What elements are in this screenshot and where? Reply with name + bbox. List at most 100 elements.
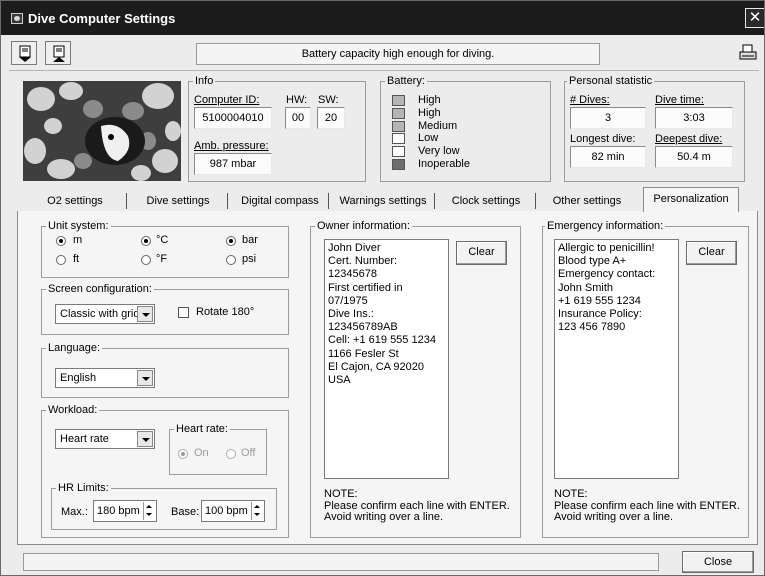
owner-info-line: 1166 Fesler St <box>328 347 399 360</box>
unit-celsius-label: °C <box>156 234 169 246</box>
upload-to-computer-button[interactable] <box>45 41 71 65</box>
unit-system-legend: Unit system: <box>46 220 111 232</box>
app-icon <box>11 13 23 24</box>
printer-icon <box>739 44 757 60</box>
unit-psi-radio[interactable] <box>226 255 236 265</box>
tab-other-settings[interactable]: Other settings <box>545 190 629 212</box>
hr-limits-legend: HR Limits: <box>56 482 111 494</box>
owner-info-line: Cell: +1 619 555 1234 <box>328 334 436 347</box>
emergency-info-line: Emergency contact: <box>558 268 656 281</box>
owner-clear-button[interactable]: Clear <box>456 241 507 265</box>
emergency-information-legend: Emergency information: <box>545 220 666 232</box>
screen-configuration-select[interactable]: Classic with grid <box>55 304 155 324</box>
tab-dive-settings[interactable]: Dive settings <box>133 190 223 212</box>
screen-configuration-value: Classic with grid <box>60 308 140 320</box>
owner-info-line: John Diver <box>328 242 381 254</box>
tab-divider <box>434 193 435 209</box>
chevron-down-icon[interactable] <box>137 431 153 447</box>
device-upload-icon <box>53 45 65 62</box>
screen-configuration-legend: Screen configuration: <box>46 283 154 295</box>
owner-information-textarea[interactable]: John Diver Cert. Number: 12345678 First ce… <box>324 239 449 479</box>
sw-label: SW: <box>318 94 339 106</box>
battery-level-swatch <box>392 133 405 145</box>
spinner-arrows-icon[interactable] <box>251 502 263 520</box>
dive-photo <box>23 81 181 181</box>
language-select[interactable]: English <box>55 368 155 388</box>
emergency-note: NOTE: Please confirm each line with ENTE… <box>554 488 740 524</box>
emergency-info-line: Blood type A+ <box>558 255 627 268</box>
owner-note-title: NOTE: <box>324 488 358 500</box>
heart-rate-off-label: Off <box>241 447 256 459</box>
battery-legend: Battery: <box>385 75 427 87</box>
owner-info-line: USA <box>328 374 351 387</box>
heart-rate-on-label: On <box>194 447 209 459</box>
battery-level-label: Very low <box>418 145 460 158</box>
emergency-information-textarea[interactable]: Allergic to penicillin! Blood type A+ Emer… <box>554 239 679 479</box>
tab-divider <box>126 193 127 209</box>
download-from-computer-button[interactable] <box>11 41 37 65</box>
hw-value: 00 <box>285 107 311 129</box>
battery-level-label: High <box>418 106 441 119</box>
unit-m-radio[interactable] <box>56 236 66 246</box>
dives-value: 3 <box>570 107 646 129</box>
emergency-info-line: John Smith <box>558 281 614 294</box>
workload-legend: Workload: <box>46 404 100 416</box>
computer-id-value: 5100004010 <box>194 107 272 129</box>
hr-base-value: 100 bpm <box>205 505 248 517</box>
dive-computer-settings-window: Dive Computer Settings ✕ Battery capacit… <box>0 0 765 576</box>
battery-level-label: Low <box>418 132 439 145</box>
owner-note-line2: Avoid writing over a line. <box>324 511 444 523</box>
emergency-note-line2: Avoid writing over a line. <box>554 511 674 523</box>
owner-note: NOTE: Please confirm each line with ENTE… <box>324 488 510 524</box>
battery-level-label: Medium <box>418 119 458 132</box>
print-button[interactable] <box>738 43 758 63</box>
battery-level-swatch <box>392 95 405 106</box>
heart-rate-off-radio[interactable] <box>226 449 236 459</box>
hr-base-spinner[interactable]: 100 bpm <box>201 500 265 522</box>
heart-rate-on-radio[interactable] <box>178 449 188 459</box>
hw-label: HW: <box>286 94 308 106</box>
window-title: Dive Computer Settings <box>28 11 176 26</box>
status-message: Battery capacity high enough for diving. <box>196 43 600 65</box>
tab-digital-compass[interactable]: Digital compass <box>234 190 326 212</box>
chevron-down-icon[interactable] <box>137 370 153 386</box>
rotate-180-checkbox[interactable] <box>178 307 189 318</box>
dive-time-label: Dive time: <box>655 94 704 106</box>
unit-celsius-radio[interactable] <box>141 236 151 246</box>
battery-level-swatch <box>392 159 405 170</box>
workload-value: Heart rate <box>60 433 109 445</box>
unit-fahrenheit-label: °F <box>156 253 168 265</box>
workload-select[interactable]: Heart rate <box>55 429 155 449</box>
chevron-down-icon[interactable] <box>137 306 153 322</box>
tab-o2-settings[interactable]: O2 settings <box>27 190 123 212</box>
tab-divider <box>227 193 228 209</box>
info-legend: Info <box>193 75 216 87</box>
emergency-clear-button[interactable]: Clear <box>686 241 737 265</box>
dives-label: # Dives: <box>570 94 610 106</box>
unit-m-label: m <box>73 234 83 246</box>
tab-personalization[interactable]: Personalization <box>643 187 739 212</box>
amb-pressure-value: 987 mbar <box>194 153 272 175</box>
heart-rate-legend: Heart rate: <box>174 423 230 435</box>
longest-dive-value: 82 min <box>570 146 646 168</box>
emergency-info-line: 123 456 7890 <box>558 321 626 334</box>
unit-bar-radio[interactable] <box>226 236 236 246</box>
hr-max-value: 180 bpm <box>97 505 140 517</box>
hr-max-spinner[interactable]: 180 bpm <box>93 500 157 522</box>
close-window-icon[interactable]: ✕ <box>745 8 764 28</box>
personal-statistic-legend: Personal statistic <box>567 75 655 87</box>
title-bar[interactable]: Dive Computer Settings ✕ <box>1 1 764 35</box>
device-download-icon <box>19 45 31 62</box>
tab-clock-settings[interactable]: Clock settings <box>441 190 531 212</box>
spinner-arrows-icon[interactable] <box>143 502 155 520</box>
bottom-status-bar <box>23 553 659 571</box>
close-button[interactable]: Close <box>682 551 754 573</box>
unit-ft-radio[interactable] <box>56 255 66 265</box>
tab-warnings-settings[interactable]: Warnings settings <box>335 190 431 212</box>
battery-level-swatch <box>392 120 405 132</box>
emergency-info-line: Allergic to penicillin! <box>558 242 655 254</box>
language-value: English <box>60 372 97 384</box>
unit-fahrenheit-radio[interactable] <box>141 255 151 265</box>
battery-level-swatch <box>392 107 405 119</box>
unit-ft-label: ft <box>73 253 80 265</box>
